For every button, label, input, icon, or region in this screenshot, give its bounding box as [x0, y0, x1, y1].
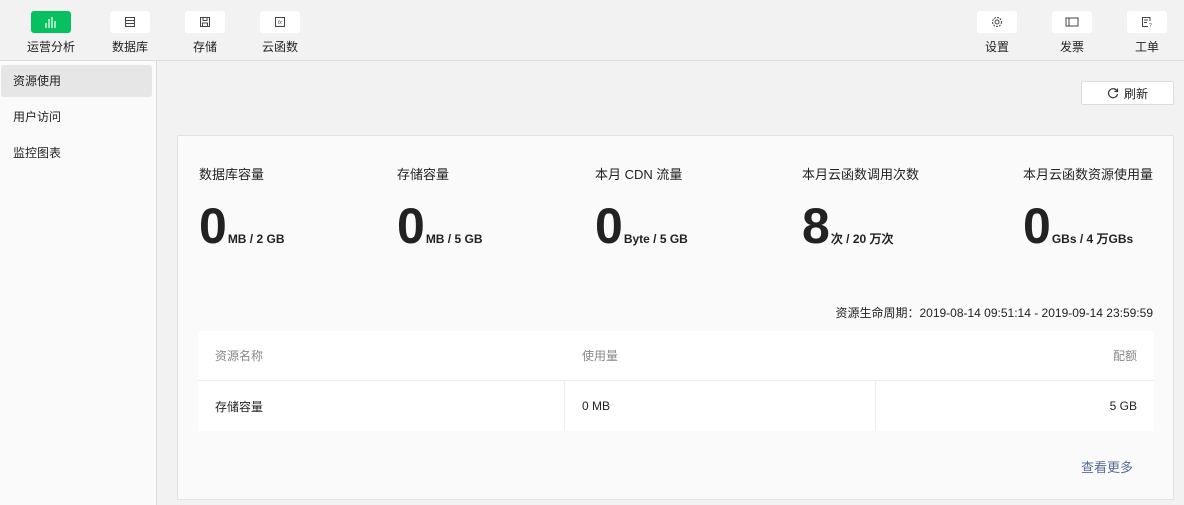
- stat-cdn-traffic: 本月 CDN 流量 0 Byte / 5 GB: [595, 167, 688, 254]
- refresh-icon: [1107, 88, 1119, 99]
- save-icon: [200, 17, 210, 27]
- resource-table: 资源名称 使用量 配额 存储容量 0 MB 5 GB: [198, 331, 1154, 431]
- sidebar: 资源使用 用户访问 监控图表: [0, 61, 157, 505]
- toolbar-analytics[interactable]: 运营分析: [11, 11, 91, 55]
- gear-icon: [992, 17, 1002, 27]
- resource-period: 资源生命周期：2019-08-14 09:51:14 - 2019-09-14 …: [835, 306, 1153, 320]
- sidebar-item-monitor-charts[interactable]: 监控图表: [1, 137, 152, 169]
- toolbar-cloud-function[interactable]: fx 云函数: [240, 11, 320, 55]
- view-more-link[interactable]: 查看更多: [1081, 457, 1133, 476]
- table-header: 资源名称 使用量 配额: [198, 331, 1154, 381]
- sidebar-item-resource-usage[interactable]: 资源使用: [1, 65, 152, 97]
- function-icon: fx: [275, 17, 285, 27]
- stat-database-capacity: 数据库容量 0 MB / 2 GB: [199, 167, 285, 254]
- svg-text:fx: fx: [278, 20, 282, 26]
- toolbar-invoice[interactable]: 发票: [1032, 11, 1112, 55]
- toolbar-ticket[interactable]: ? 工单: [1107, 11, 1184, 55]
- ticket-icon: [1065, 17, 1079, 27]
- stat-function-calls: 本月云函数调用次数 8 次 / 20 万次: [802, 167, 920, 254]
- toolbar-settings[interactable]: 设置: [957, 11, 1037, 55]
- refresh-button[interactable]: 刷新: [1081, 81, 1174, 105]
- sidebar-item-user-access[interactable]: 用户访问: [1, 101, 152, 133]
- ticket-question-icon: ?: [1142, 17, 1152, 28]
- toolbar-storage[interactable]: 存储: [165, 11, 245, 55]
- database-icon: [125, 17, 135, 27]
- table-row: 存储容量 0 MB 5 GB: [198, 381, 1154, 431]
- top-toolbar: 运营分析 数据库 存储 fx 云函数 设置 发票 ? 工单: [0, 0, 1184, 61]
- bar-chart-icon: [45, 17, 56, 28]
- toolbar-database[interactable]: 数据库: [90, 11, 170, 55]
- svg-text:?: ?: [1149, 23, 1152, 28]
- stat-storage-capacity: 存储容量 0 MB / 5 GB: [397, 167, 483, 254]
- stat-function-resource: 本月云函数资源使用量 0 GBs / 4 万GBs: [1023, 167, 1154, 254]
- resource-usage-card: 数据库容量 0 MB / 2 GB 存储容量 0 MB / 5 GB 本月 CDN 流量…: [177, 135, 1174, 500]
